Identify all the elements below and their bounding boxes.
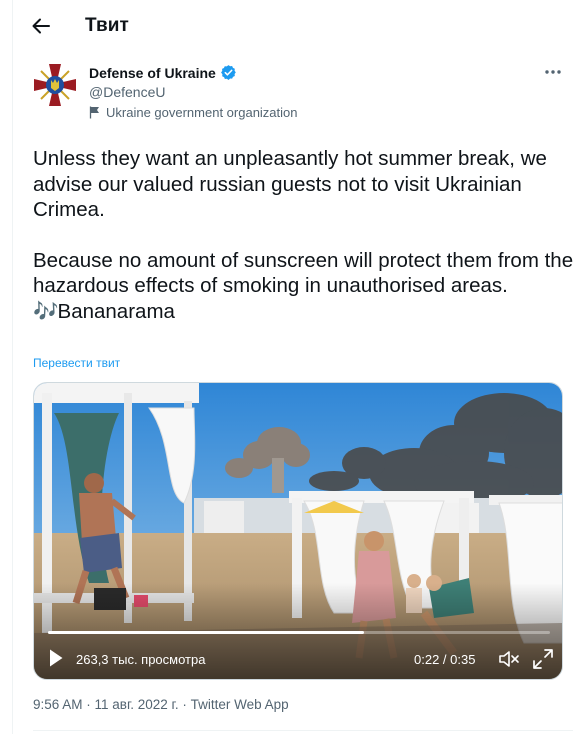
meta-separator: · — [82, 697, 95, 712]
tweet-paragraph-2: Because no amount of sunscreen will prot… — [33, 248, 574, 298]
meta-separator: · — [178, 697, 191, 712]
affiliation-text: Ukraine government organization — [106, 105, 298, 120]
more-horizontal-icon — [545, 70, 561, 74]
video-time: 0:22 / 0:35 — [414, 652, 476, 667]
ministry-of-defence-emblem-icon — [31, 61, 79, 109]
translate-tweet-link[interactable]: Перевести твит — [33, 356, 120, 370]
affiliation-label: Ukraine government organization — [89, 105, 298, 120]
arrow-left-icon — [32, 18, 50, 34]
page-header: Твит — [13, 0, 586, 53]
divider — [33, 730, 573, 731]
tweet-date[interactable]: 11 авг. 2022 г. — [95, 697, 179, 712]
author-name[interactable]: Defense of Ukraine — [89, 65, 216, 81]
tweet-detail-column: Твит Defense of Ukraine @DefenceU Ukrain… — [12, 0, 586, 734]
play-icon — [50, 649, 63, 667]
speaker-muted-icon — [499, 651, 519, 667]
more-options-button[interactable] — [540, 62, 566, 82]
video-progress-bar[interactable] — [48, 631, 550, 634]
tweet-text: Unless they want an unpleasantly hot sum… — [33, 146, 578, 324]
avatar[interactable] — [31, 61, 79, 109]
fullscreen-button[interactable] — [532, 648, 554, 670]
musical-notes-icon: 🎶 — [33, 299, 59, 323]
verified-badge-icon — [220, 65, 236, 80]
tweet-paragraph-1: Unless they want an unpleasantly hot sum… — [33, 147, 547, 221]
view-count: 263,3 тыс. просмотра — [76, 652, 206, 667]
video-frame-image — [34, 383, 562, 679]
volume-button[interactable] — [498, 649, 520, 669]
expand-icon — [533, 649, 553, 669]
author-name-row[interactable]: Defense of Ukraine — [89, 64, 237, 81]
play-button[interactable] — [48, 648, 66, 670]
flag-icon — [89, 106, 99, 119]
tweet-source[interactable]: Twitter Web App — [191, 697, 289, 712]
tweet-time[interactable]: 9:56 AM — [33, 697, 83, 712]
tweet-meta: 9:56 AM · 11 авг. 2022 г. · Twitter Web … — [33, 697, 289, 712]
song-name: Bananarama — [57, 299, 175, 323]
video-controls: 263,3 тыс. просмотра 0:22 / 0:35 — [34, 639, 562, 679]
author-handle[interactable]: @DefenceU — [89, 84, 165, 100]
back-button[interactable] — [27, 12, 55, 40]
tweet-song-line: 🎶Bananarama — [33, 299, 578, 325]
video-player[interactable]: 263,3 тыс. просмотра 0:22 / 0:35 — [33, 382, 563, 680]
video-progress-fill — [48, 631, 365, 634]
page-title: Твит — [85, 15, 129, 36]
